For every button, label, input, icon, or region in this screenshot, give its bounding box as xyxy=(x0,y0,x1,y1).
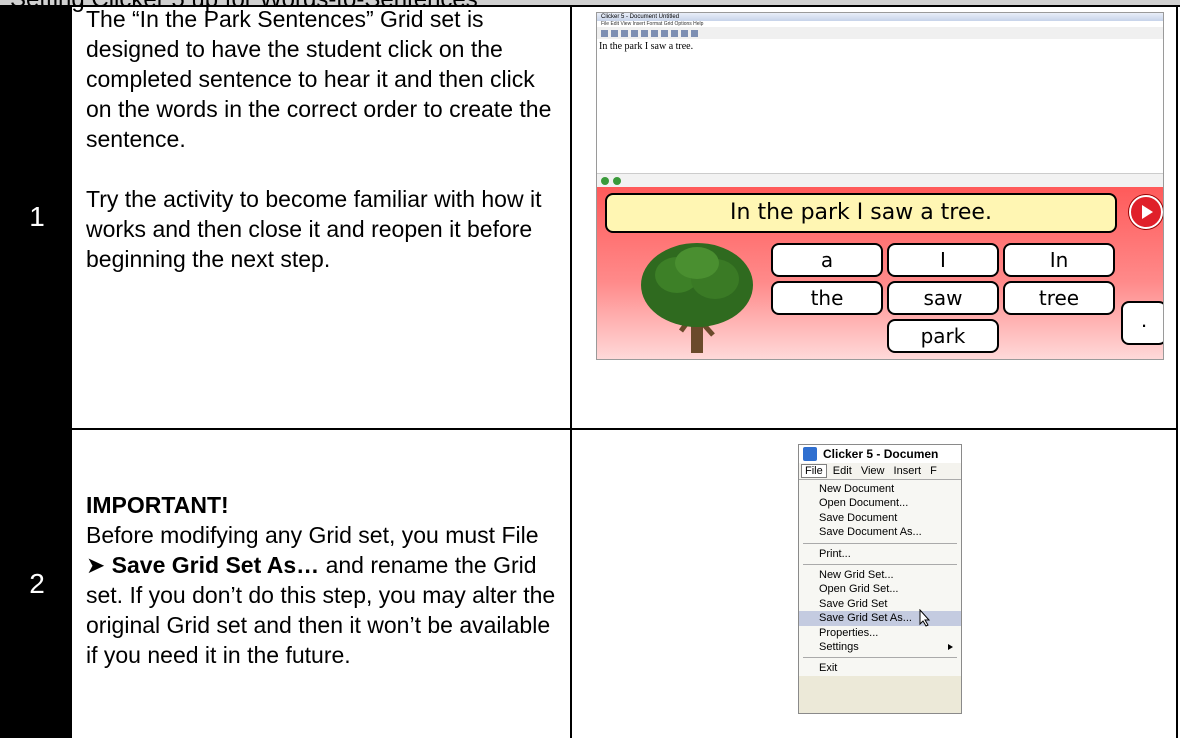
menu-item[interactable]: Save Document As... xyxy=(799,525,961,539)
toolbar xyxy=(597,27,1163,39)
step-number: 1 xyxy=(2,6,72,428)
menu-item[interactable]: Save Grid Set xyxy=(799,597,961,611)
paragraph: The “In the Park Sentences” Grid set is … xyxy=(86,6,552,152)
menu-view[interactable]: View xyxy=(858,465,888,477)
menu-item[interactable]: Print... xyxy=(799,547,961,561)
menu-item[interactable]: Exit xyxy=(799,661,961,675)
menu-item[interactable]: New Grid Set... xyxy=(799,568,961,582)
step-row-2: 2 IMPORTANT! Before modifying any Grid s… xyxy=(2,430,1178,738)
mouse-cursor-icon xyxy=(919,609,931,627)
menu-item-submenu[interactable]: Settings xyxy=(799,640,961,654)
save-icon xyxy=(621,29,628,37)
menu-item[interactable]: New Document xyxy=(799,482,961,496)
align-icon xyxy=(681,29,688,37)
new-icon xyxy=(601,29,608,37)
tree-picture xyxy=(641,243,753,353)
file-menu-screenshot: Clicker 5 - Documen File Edit View Inser… xyxy=(798,444,962,714)
word-button[interactable]: In xyxy=(1003,243,1115,277)
word-button[interactable]: the xyxy=(771,281,883,315)
steps-table: 1 The “In the Park Sentences” Grid set i… xyxy=(0,6,1178,738)
play-icon[interactable] xyxy=(1129,195,1163,229)
menu-insert[interactable]: Insert xyxy=(891,465,925,477)
go-icon xyxy=(601,177,609,185)
menu-item[interactable]: Open Document... xyxy=(799,496,961,510)
go-icon xyxy=(613,177,621,185)
print-icon xyxy=(631,29,638,37)
menu-item[interactable]: Open Grid Set... xyxy=(799,582,961,596)
window-title: Clicker 5 - Document Untitled xyxy=(597,13,1163,21)
document-text: In the park I saw a tree. xyxy=(599,41,694,52)
menu-bar: File Edit View Insert F xyxy=(799,463,961,479)
command-name: Save Grid Set As… xyxy=(111,552,320,578)
grid-panel: In the park I saw a tree. a I In the saw… xyxy=(597,187,1163,359)
sentence-cell[interactable]: In the park I saw a tree. xyxy=(605,193,1117,233)
app-icon xyxy=(803,447,817,461)
period-button[interactable]: . xyxy=(1121,301,1163,345)
word-button[interactable]: a xyxy=(771,243,883,277)
step-instructions: IMPORTANT! Before modifying any Grid set… xyxy=(72,430,572,738)
step-screenshot-cell: Clicker 5 - Documen File Edit View Inser… xyxy=(574,430,1178,738)
menu-edit[interactable]: Edit xyxy=(830,465,855,477)
file-menu-list: New Document Open Document... Save Docum… xyxy=(799,479,961,676)
step-instructions: The “In the Park Sentences” Grid set is … xyxy=(72,6,572,428)
color-icon xyxy=(671,29,678,37)
paragraph: Try the activity to become familiar with… xyxy=(86,186,542,272)
bold-icon xyxy=(641,29,648,37)
word-button[interactable]: tree xyxy=(1003,281,1115,315)
menu-format[interactable]: F xyxy=(927,465,940,477)
submenu-arrow-icon xyxy=(948,643,953,650)
window-title: Clicker 5 - Documen xyxy=(799,445,961,463)
title-text: Clicker 5 - Documen xyxy=(823,447,939,461)
menu-item-selected[interactable]: Save Grid Set As... xyxy=(799,609,961,627)
open-icon xyxy=(611,29,618,37)
menu-separator xyxy=(803,563,957,565)
italic-icon xyxy=(651,29,658,37)
step-row-1: 1 The “In the Park Sentences” Grid set i… xyxy=(2,6,1178,430)
menu-separator xyxy=(803,657,957,659)
underline-icon xyxy=(661,29,668,37)
instruction-text: Before modifying any Grid set, you must … xyxy=(86,520,556,670)
word-button[interactable]: saw xyxy=(887,281,999,315)
step-screenshot-cell: Clicker 5 - Document Untitled File Edit … xyxy=(574,6,1178,428)
menu-separator xyxy=(803,542,957,544)
menu-item[interactable]: Save Document xyxy=(799,511,961,525)
text-span: Before modifying any Grid set, you must … xyxy=(86,522,539,548)
clicker-screenshot: Clicker 5 - Document Untitled File Edit … xyxy=(596,12,1164,360)
check-icon xyxy=(691,29,698,37)
menu-item[interactable]: Properties... xyxy=(799,626,961,640)
word-button[interactable]: I xyxy=(887,243,999,277)
menu-item-label: Save Grid Set As... xyxy=(819,612,912,625)
arrow-icon: ➤ xyxy=(86,552,106,578)
menu-file[interactable]: File xyxy=(801,464,827,478)
step-number: 2 xyxy=(2,430,72,738)
word-button[interactable]: park xyxy=(887,319,999,353)
menu-item-label: Settings xyxy=(819,640,859,653)
important-label: IMPORTANT! xyxy=(86,492,229,518)
